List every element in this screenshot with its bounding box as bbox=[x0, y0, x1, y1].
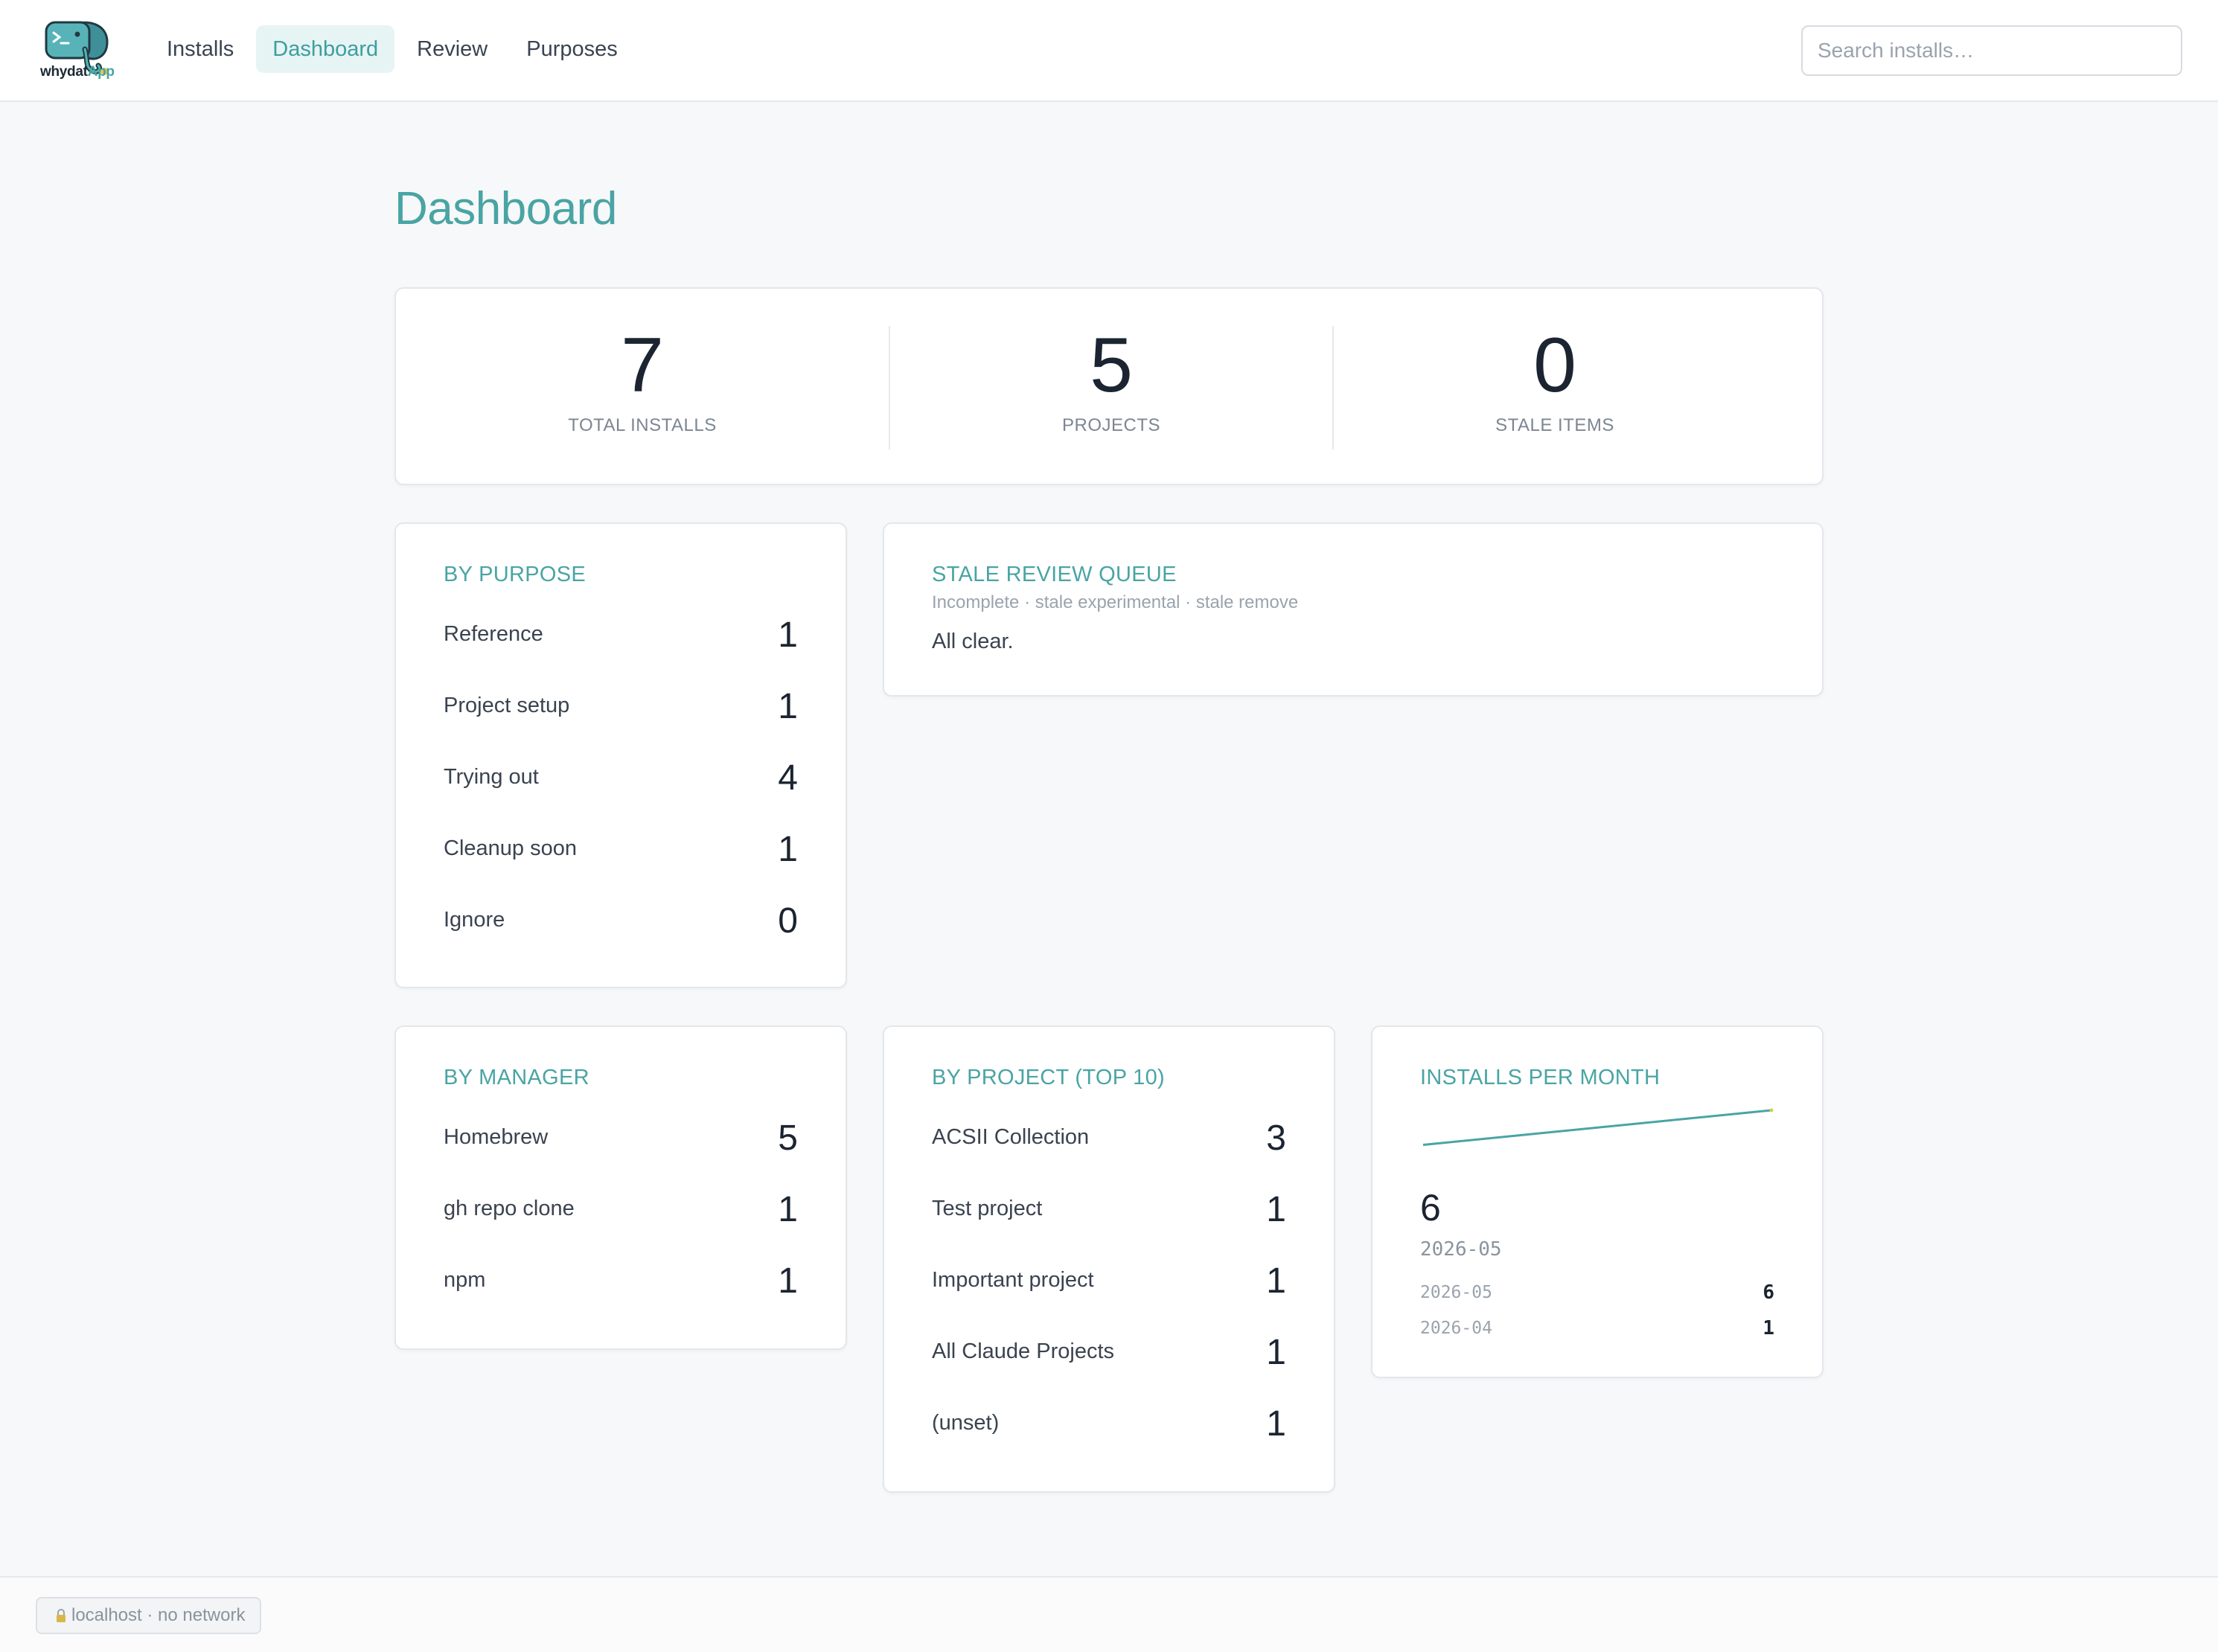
list-item[interactable]: Test project 1 bbox=[932, 1188, 1286, 1232]
network-status-text: localhost · no network bbox=[71, 1605, 246, 1625]
list-item[interactable]: All Claude Projects 1 bbox=[932, 1331, 1286, 1375]
list-item[interactable]: Important project 1 bbox=[932, 1259, 1286, 1304]
row-count: 1 bbox=[778, 687, 798, 726]
row-count: 1 bbox=[778, 830, 798, 869]
card-title: BY MANAGER bbox=[444, 1066, 589, 1089]
list-item[interactable]: npm 1 bbox=[444, 1259, 798, 1304]
nav-dashboard[interactable]: Dashboard bbox=[256, 25, 395, 73]
row-label: (unset) bbox=[932, 1411, 1000, 1435]
row-count: 1 bbox=[778, 1190, 798, 1229]
stat-value: 7 bbox=[621, 322, 664, 409]
row-count: 5 bbox=[778, 1118, 798, 1158]
month-count: 1 bbox=[1762, 1317, 1774, 1339]
by-purpose-card: BY PURPOSE Reference 1 Project setup 1 T… bbox=[394, 522, 847, 988]
footer: localhost · no network bbox=[0, 1576, 2218, 1652]
row-count: 0 bbox=[778, 901, 798, 941]
logo-accent: App bbox=[87, 64, 115, 80]
search-input[interactable] bbox=[1801, 25, 2182, 76]
stat-label: TOTAL INSTALLS bbox=[568, 415, 717, 435]
summary-stats-card: 7 TOTAL INSTALLS 5 PROJECTS 0 STALE ITEM… bbox=[394, 287, 1824, 485]
page-title: Dashboard bbox=[394, 183, 617, 234]
row-label: Homebrew bbox=[444, 1125, 549, 1149]
row-label: Test project bbox=[932, 1197, 1043, 1220]
stat-stale-items: 0 STALE ITEMS bbox=[1334, 289, 1776, 487]
list-item[interactable]: Trying out 4 bbox=[444, 756, 798, 801]
list-item[interactable]: Reference 1 bbox=[444, 613, 798, 658]
logo-wordmark: whydatApp bbox=[40, 64, 115, 80]
card-title: STALE REVIEW QUEUE bbox=[932, 563, 1177, 586]
row-count: 1 bbox=[1266, 1333, 1286, 1372]
stat-value: 5 bbox=[1090, 322, 1133, 409]
stat-label: PROJECTS bbox=[1061, 415, 1160, 435]
list-item[interactable]: (unset) 1 bbox=[932, 1402, 1286, 1447]
row-count: 1 bbox=[1266, 1190, 1286, 1229]
row-count: 1 bbox=[778, 615, 798, 655]
row-label: Project setup bbox=[444, 694, 570, 717]
network-status-badge: localhost · no network bbox=[36, 1597, 262, 1634]
list-item[interactable]: gh repo clone 1 bbox=[444, 1188, 798, 1232]
row-count: 4 bbox=[778, 758, 798, 798]
nav-review[interactable]: Review bbox=[400, 25, 504, 73]
row-count: 3 bbox=[1266, 1118, 1286, 1158]
row-label: Ignore bbox=[444, 908, 505, 932]
list-item[interactable]: ACSII Collection 3 bbox=[932, 1116, 1286, 1161]
stat-value: 0 bbox=[1533, 322, 1576, 409]
logo-word: whydat bbox=[40, 64, 88, 80]
row-label: ACSII Collection bbox=[932, 1125, 1090, 1149]
nav-installs[interactable]: Installs bbox=[150, 25, 250, 73]
stat-projects: 5 PROJECTS bbox=[890, 289, 1332, 487]
list-item[interactable]: Homebrew 5 bbox=[444, 1116, 798, 1161]
stale-review-queue-card: STALE REVIEW QUEUE Incomplete · stale ex… bbox=[883, 522, 1824, 697]
by-manager-card: BY MANAGER Homebrew 5 gh repo clone 1 np… bbox=[394, 1025, 847, 1350]
row-count: 1 bbox=[1266, 1261, 1286, 1301]
list-item[interactable]: Cleanup soon 1 bbox=[444, 827, 798, 872]
row-label: Cleanup soon bbox=[444, 836, 577, 860]
row-label: Trying out bbox=[444, 765, 539, 789]
empty-state-message: All clear. bbox=[932, 630, 1014, 653]
lock-icon bbox=[57, 1609, 65, 1622]
nav-purposes[interactable]: Purposes bbox=[510, 25, 634, 73]
month-label: 2026-04 bbox=[1420, 1319, 1492, 1338]
month-count: 6 bbox=[1762, 1281, 1774, 1304]
card-title: INSTALLS PER MONTH bbox=[1420, 1066, 1661, 1089]
installs-sparkline bbox=[1422, 1108, 1774, 1146]
sparkline-point bbox=[1769, 1108, 1774, 1112]
installs-per-month-card: INSTALLS PER MONTH 6 2026-05 2026-05 6 2… bbox=[1371, 1025, 1824, 1378]
stat-total-installs: 7 TOTAL INSTALLS bbox=[396, 289, 889, 487]
card-subtitle: Incomplete · stale experimental · stale … bbox=[932, 592, 1299, 612]
sparkline-series-line bbox=[1422, 1109, 1772, 1146]
card-title: BY PROJECT (TOP 10) bbox=[932, 1066, 1165, 1089]
row-count: 1 bbox=[1266, 1404, 1286, 1444]
row-label: Important project bbox=[932, 1268, 1094, 1292]
row-count: 1 bbox=[778, 1261, 798, 1301]
row-label: gh repo clone bbox=[444, 1197, 575, 1220]
top-navigation-bar: whydatApp Installs Dashboard Review Purp… bbox=[0, 0, 2218, 102]
by-project-card: BY PROJECT (TOP 10) ACSII Collection 3 T… bbox=[883, 1025, 1335, 1493]
card-title: BY PURPOSE bbox=[444, 563, 587, 586]
main-nav: Installs Dashboard Review Purposes bbox=[150, 25, 634, 73]
latest-month-label: 2026-05 bbox=[1420, 1238, 1502, 1261]
row-label: All Claude Projects bbox=[932, 1339, 1114, 1363]
list-item[interactable]: Ignore 0 bbox=[444, 899, 798, 944]
row-label: Reference bbox=[444, 622, 543, 646]
month-row: 2026-04 1 bbox=[1420, 1316, 1774, 1345]
month-label: 2026-05 bbox=[1420, 1283, 1492, 1302]
latest-month-count: 6 bbox=[1420, 1187, 1441, 1229]
list-item[interactable]: Project setup 1 bbox=[444, 685, 798, 729]
month-row: 2026-05 6 bbox=[1420, 1280, 1774, 1310]
row-label: npm bbox=[444, 1268, 486, 1292]
stat-label: STALE ITEMS bbox=[1495, 415, 1614, 435]
